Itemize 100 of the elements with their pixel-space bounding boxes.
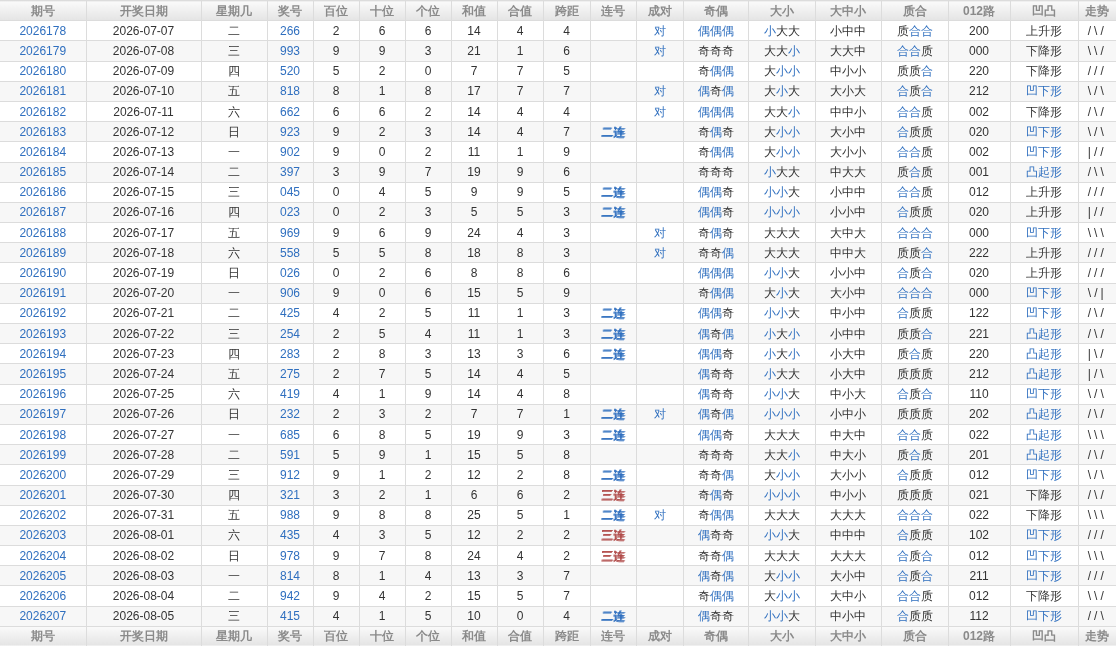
big-small-pattern: 大小小 xyxy=(748,585,815,607)
prime-composite-pattern: 合质合 xyxy=(881,545,948,566)
weekday: 四 xyxy=(201,61,267,82)
route-012-pattern: 122 xyxy=(948,303,1010,324)
column-header: 跨距 xyxy=(543,0,590,21)
issue-link[interactable]: 2026185 xyxy=(0,162,86,183)
issue-link[interactable]: 2026178 xyxy=(0,20,86,41)
column-header: 星期几 xyxy=(201,0,267,21)
units-digit: 5 xyxy=(405,182,451,203)
issue-link[interactable]: 2026187 xyxy=(0,202,86,223)
hundreds-digit: 9 xyxy=(313,222,359,243)
big-small-pattern: 大小小 xyxy=(748,464,815,485)
column-header: 期号 xyxy=(0,0,86,21)
issue-link[interactable]: 2026203 xyxy=(0,525,86,546)
issue-link[interactable]: 2026186 xyxy=(0,182,86,203)
route-012-pattern: 012 xyxy=(948,585,1010,607)
winning-number: 026 xyxy=(267,262,313,284)
weekday: 五 xyxy=(201,505,267,526)
sum-value: 24 xyxy=(451,222,497,243)
big-small-pattern: 小小大 xyxy=(748,384,815,405)
issue-link[interactable]: 2026192 xyxy=(0,303,86,324)
issue-link[interactable]: 2026183 xyxy=(0,121,86,142)
issue-link[interactable]: 2026191 xyxy=(0,283,86,304)
pair-tag: 对 xyxy=(636,222,683,243)
big-mid-small-pattern: 大大大 xyxy=(815,545,881,566)
route-012-pattern: 012 xyxy=(948,182,1010,203)
draw-date: 2026-07-23 xyxy=(86,343,201,364)
issue-link[interactable]: 2026199 xyxy=(0,444,86,465)
issue-link[interactable]: 2026189 xyxy=(0,242,86,263)
draw-date: 2026-07-29 xyxy=(86,464,201,485)
route-012-pattern: 220 xyxy=(948,61,1010,82)
weekday: 四 xyxy=(201,343,267,364)
weekday: 日 xyxy=(201,262,267,284)
route-012-pattern: 012 xyxy=(948,545,1010,566)
winning-number: 266 xyxy=(267,20,313,41)
issue-link[interactable]: 2026206 xyxy=(0,585,86,607)
draw-date: 2026-07-19 xyxy=(86,262,201,284)
big-small-pattern: 大大大 xyxy=(748,424,815,445)
odd-even-pattern: 偶偶偶 xyxy=(683,101,748,122)
tens-digit: 8 xyxy=(359,343,405,364)
sum-tail-value: 4 xyxy=(497,101,543,122)
issue-link[interactable]: 2026196 xyxy=(0,384,86,405)
units-digit: 2 xyxy=(405,585,451,607)
issue-link[interactable]: 2026205 xyxy=(0,565,86,586)
issue-link[interactable]: 2026193 xyxy=(0,323,86,344)
issue-link[interactable]: 2026184 xyxy=(0,141,86,162)
span-value: 6 xyxy=(543,262,590,284)
draw-date: 2026-08-02 xyxy=(86,545,201,566)
units-digit: 5 xyxy=(405,303,451,324)
weekday: 三 xyxy=(201,182,267,203)
issue-link[interactable]: 2026180 xyxy=(0,61,86,82)
issue-link[interactable]: 2026197 xyxy=(0,404,86,425)
units-digit: 9 xyxy=(405,384,451,405)
odd-even-pattern: 奇偶偶 xyxy=(683,141,748,162)
issue-link[interactable]: 2026194 xyxy=(0,343,86,364)
issue-link[interactable]: 2026204 xyxy=(0,545,86,566)
span-value: 6 xyxy=(543,343,590,364)
sum-value: 14 xyxy=(451,101,497,122)
winning-number: 912 xyxy=(267,464,313,485)
winning-number: 419 xyxy=(267,384,313,405)
weekday: 二 xyxy=(201,20,267,41)
issue-link[interactable]: 2026200 xyxy=(0,464,86,485)
issue-link[interactable]: 2026198 xyxy=(0,424,86,445)
winning-number: 942 xyxy=(267,585,313,607)
winning-number: 520 xyxy=(267,61,313,82)
big-small-pattern: 大大大 xyxy=(748,505,815,526)
sum-value: 14 xyxy=(451,20,497,41)
shape-pattern: 凸起形 xyxy=(1010,343,1078,364)
issue-link[interactable]: 2026188 xyxy=(0,222,86,243)
hundreds-digit: 9 xyxy=(313,141,359,162)
hundreds-digit: 2 xyxy=(313,20,359,41)
issue-link[interactable]: 2026207 xyxy=(0,606,86,627)
shape-pattern: 下降形 xyxy=(1010,585,1078,607)
sum-value: 11 xyxy=(451,303,497,324)
odd-even-pattern: 奇奇偶 xyxy=(683,464,748,485)
route-012-pattern: 200 xyxy=(948,20,1010,41)
weekday: 三 xyxy=(201,464,267,485)
big-mid-small-pattern: 大中小 xyxy=(815,585,881,607)
span-value: 5 xyxy=(543,182,590,203)
issue-link[interactable]: 2026202 xyxy=(0,505,86,526)
sum-value: 14 xyxy=(451,384,497,405)
big-small-pattern: 大小小 xyxy=(748,61,815,82)
issue-link[interactable]: 2026182 xyxy=(0,101,86,122)
pair-tag: 对 xyxy=(636,101,683,122)
issue-link[interactable]: 2026201 xyxy=(0,485,86,506)
shape-pattern: 上升形 xyxy=(1010,262,1078,284)
units-digit: 5 xyxy=(405,424,451,445)
tens-digit: 4 xyxy=(359,182,405,203)
big-mid-small-pattern: 小中中 xyxy=(815,20,881,41)
hundreds-digit: 2 xyxy=(313,343,359,364)
prime-composite-pattern: 合合质 xyxy=(881,585,948,607)
span-value: 3 xyxy=(543,303,590,324)
issue-link[interactable]: 2026190 xyxy=(0,262,86,284)
units-digit: 2 xyxy=(405,141,451,162)
issue-link[interactable]: 2026195 xyxy=(0,363,86,385)
odd-even-pattern: 偶奇奇 xyxy=(683,384,748,405)
issue-link[interactable]: 2026181 xyxy=(0,81,86,102)
issue-link[interactable]: 2026179 xyxy=(0,40,86,62)
shape-pattern: 下降形 xyxy=(1010,505,1078,526)
tens-digit: 6 xyxy=(359,20,405,41)
